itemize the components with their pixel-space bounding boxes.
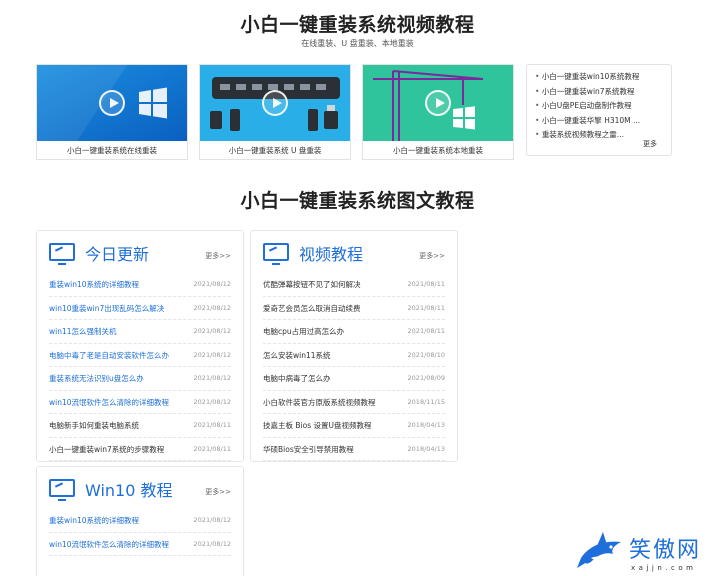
list-item[interactable]: win10重装win7出现乱码怎么解决 2021/08/12 (49, 297, 231, 321)
win10-list: 重装win10系统的详细教程 2021/08/12 win10流氓软件怎么清除的详… (49, 509, 231, 556)
panel-title: 今日更新 (85, 245, 150, 264)
item-title[interactable]: 爱奇艺会员怎么取消自动续费 (263, 297, 361, 321)
panel-title: Win10 教程 (85, 481, 173, 500)
play-icon[interactable] (262, 90, 288, 116)
today-list: 重装win10系统的详细教程 2021/08/12 win10重装win7出现乱码… (49, 273, 231, 461)
item-date: 2021/08/11 (193, 444, 231, 453)
today-more-link[interactable]: 更多>> (205, 251, 231, 261)
item-title[interactable]: 小白一键重装win7系统的步骤教程 (49, 438, 164, 462)
video-card-usb[interactable]: 小白一键重装系统 U 盘重装 (199, 64, 351, 160)
video-more-link[interactable]: 更多>> (419, 251, 445, 261)
item-date: 2021/08/12 (193, 280, 231, 288)
list-item[interactable]: 重装win10系统的详细教程 2021/08/12 (49, 273, 231, 297)
site-logo: 笑傲网 xajjn.com (577, 528, 712, 576)
item-title[interactable]: 电脑cpu占用过高怎么办 (263, 320, 344, 344)
list-item[interactable]: 重装win10系统的详细教程 2021/08/12 (49, 509, 231, 533)
item-date: 2021/08/12 (193, 539, 231, 548)
video-list: 优酷弹幕按钮不见了如何解决 2021/08/11 爱奇艺会员怎么取消自动续费 202… (263, 273, 445, 461)
article-section-title: 小白一键重装系统图文教程 (240, 190, 475, 212)
video-card-local[interactable]: 小白一键重装系统本地重装 (362, 64, 514, 160)
item-title[interactable]: 技嘉主板 Bios 设置U盘视频教程 (263, 414, 371, 438)
item-title[interactable]: 重装系统无法识别u盘怎么办 (49, 367, 144, 391)
item-title[interactable]: 怎么安装win11系统 (263, 344, 331, 368)
item-date: 2021/08/12 (193, 374, 231, 382)
side-list-link[interactable]: 小白U盘PE启动盘制作教程 (535, 99, 663, 114)
item-title[interactable]: 华硕Bios安全引导禁用教程 (263, 438, 354, 462)
item-date: 2021/08/11 (407, 303, 445, 312)
panel-header: Win10 教程 (49, 477, 229, 503)
panel-header: 今日更新 (49, 241, 229, 267)
item-title[interactable]: 重装win10系统的详细教程 (49, 509, 139, 533)
monitor-icon (49, 479, 75, 501)
item-date: 2021/08/11 (193, 421, 231, 429)
item-title[interactable]: 电脑新手如何重装电脑系统 (49, 414, 139, 438)
item-title[interactable]: win11怎么强制关机 (49, 320, 117, 344)
video-thumbnail[interactable] (200, 65, 350, 141)
today-updates-panel: 今日更新 更多>> 重装win10系统的详细教程 2021/08/12 win10… (36, 230, 244, 462)
logo-url: xajjn.com (631, 564, 697, 572)
video-section-subtitle: 在线重装、U 盘重装、本地重装 (301, 39, 414, 48)
item-title[interactable]: win10流氓软件怎么清除的详细教程 (49, 533, 169, 557)
item-date: 2021/08/12 (193, 303, 231, 312)
item-date: 2021/08/12 (193, 350, 231, 359)
item-date: 2021/08/12 (193, 327, 231, 335)
item-title[interactable]: 优酷弹幕按钮不见了如何解决 (263, 273, 361, 297)
list-item[interactable]: 电脑新手如何重装电脑系统 2021/08/11 (49, 414, 231, 438)
logo-name: 笑傲网 (629, 538, 702, 563)
side-list-link[interactable]: 小白一键重装华擎 H310M ... (535, 114, 663, 129)
panel-header: 视频教程 (263, 241, 443, 267)
side-list-more-link[interactable]: 更多 (643, 139, 657, 149)
list-item[interactable]: win10流氓软件怎么清除的详细教程 2021/08/12 (49, 533, 231, 557)
list-item[interactable]: 小白软件装官方原版系统视频教程 2018/11/15 (263, 391, 445, 415)
list-item[interactable]: 爱奇艺会员怎么取消自动续费 2021/08/11 (263, 297, 445, 321)
play-icon[interactable] (99, 90, 125, 116)
list-item[interactable]: win10流氓软件怎么清除的详细教程 2021/08/12 (49, 391, 231, 415)
video-section-title: 小白一键重装系统视频教程 (240, 14, 475, 36)
item-title[interactable]: 电脑中病毒了怎么办 (263, 367, 331, 391)
list-item[interactable]: 重装系统无法识别u盘怎么办 2021/08/12 (49, 367, 231, 391)
item-date: 2021/08/09 (407, 374, 445, 382)
item-date: 2018/04/13 (407, 421, 445, 429)
side-list-link[interactable]: 小白一键重装win10系统教程 (535, 70, 663, 85)
side-list-link[interactable]: 小白一键重装win7系统教程 (535, 85, 663, 100)
item-title[interactable]: win10流氓软件怎么清除的详细教程 (49, 391, 169, 415)
list-item[interactable]: win11怎么强制关机 2021/08/12 (49, 320, 231, 344)
play-icon[interactable] (425, 90, 451, 116)
list-item[interactable]: 华硕Bios安全引导禁用教程 2018/04/13 (263, 438, 445, 462)
item-title[interactable]: 电脑中毒了老是自动安装软件怎么办 (49, 344, 169, 368)
monitor-icon (263, 243, 289, 265)
video-caption[interactable]: 小白一键重装系统在线重装 (37, 141, 187, 161)
video-tutorials-panel: 视频教程 更多>> 优酷弹幕按钮不见了如何解决 2021/08/11 爱奇艺会员怎… (250, 230, 458, 462)
item-date: 2021/08/10 (407, 350, 445, 359)
win10-tutorials-panel: Win10 教程 更多>> 重装win10系统的详细教程 2021/08/12 w… (36, 466, 244, 576)
list-item[interactable]: 电脑中毒了老是自动安装软件怎么办 2021/08/12 (49, 344, 231, 368)
item-date: 2018/04/13 (407, 444, 445, 453)
item-title[interactable]: win10重装win7出现乱码怎么解决 (49, 297, 164, 321)
item-title[interactable]: 小白软件装官方原版系统视频教程 (263, 391, 376, 415)
item-date: 2021/08/11 (407, 280, 445, 288)
list-item[interactable]: 优酷弹幕按钮不见了如何解决 2021/08/11 (263, 273, 445, 297)
list-item[interactable]: 小白一键重装win7系统的步骤教程 2021/08/11 (49, 438, 231, 462)
monitor-icon (49, 243, 75, 265)
item-date: 2021/08/11 (407, 327, 445, 335)
list-item[interactable]: 怎么安装win11系统 2021/08/10 (263, 344, 445, 368)
shark-logo-icon (577, 532, 621, 568)
item-date: 2021/08/12 (193, 397, 231, 406)
list-item[interactable]: 电脑cpu占用过高怎么办 2021/08/11 (263, 320, 445, 344)
video-thumbnail[interactable] (37, 65, 187, 141)
item-date: 2018/11/15 (407, 397, 445, 406)
list-item[interactable]: 技嘉主板 Bios 设置U盘视频教程 2018/04/13 (263, 414, 445, 438)
video-caption[interactable]: 小白一键重装系统本地重装 (363, 141, 513, 161)
video-card-online[interactable]: 小白一键重装系统在线重装 (36, 64, 188, 160)
list-item[interactable]: 电脑中病毒了怎么办 2021/08/09 (263, 367, 445, 391)
item-date: 2021/08/12 (193, 516, 231, 524)
panel-title: 视频教程 (299, 245, 364, 264)
video-side-list: 小白一键重装win10系统教程 小白一键重装win7系统教程 小白U盘PE启动盘… (526, 64, 672, 156)
win10-more-link[interactable]: 更多>> (205, 487, 231, 497)
item-title[interactable]: 重装win10系统的详细教程 (49, 273, 139, 297)
video-caption[interactable]: 小白一键重装系统 U 盘重装 (200, 141, 350, 161)
video-thumbnail[interactable] (363, 65, 513, 141)
